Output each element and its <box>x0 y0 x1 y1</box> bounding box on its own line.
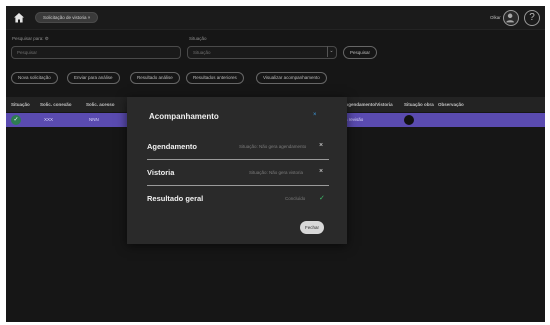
step-status-vistoria: Situação: Não gera vistoria <box>249 170 304 175</box>
step-title-resultado-geral: Resultado geral <box>147 194 204 203</box>
check-icon: ✓ <box>11 115 21 125</box>
table-cell: a revisão <box>345 117 364 122</box>
step-divider <box>147 185 329 186</box>
view-tracking-button[interactable]: Visualizar acompanhamento <box>256 72 327 84</box>
step-divider <box>147 159 329 160</box>
step-status-resultado-geral: Concluído <box>285 196 306 201</box>
user-icon <box>506 13 515 23</box>
close-icon: × <box>319 168 324 175</box>
tab-solicitacao-vistoria[interactable]: Solicitação de vistoria × <box>35 12 99 23</box>
column-header: Situação obra <box>404 102 434 107</box>
close-icon[interactable]: × <box>313 112 317 118</box>
status-label: Situação <box>189 36 207 41</box>
new-request-button[interactable]: Nova solicitação <box>11 72 58 84</box>
help-icon[interactable]: ? <box>524 10 540 26</box>
send-to-analysis-button[interactable]: Enviar para análise <box>67 72 120 84</box>
table-cell: XXX <box>44 117 54 122</box>
step-title-agendamento: Agendamento <box>147 142 198 151</box>
previous-results-button[interactable]: Resultados anteriores <box>186 72 244 84</box>
column-header: Solic. conexão <box>40 102 72 107</box>
search-input[interactable]: Pesquisar <box>11 46 181 59</box>
app-window: Solicitação de vistoria × Olkar ? Pesqui… <box>6 6 545 322</box>
avatar[interactable] <box>503 10 519 26</box>
tracking-modal: Acompanhamento × Agendamento Situação: N… <box>127 97 347 244</box>
step-title-vistoria: Vistoria <box>147 168 175 177</box>
modal-title: Acompanhamento <box>149 112 219 121</box>
status-select[interactable]: Situação <box>187 46 337 59</box>
table-cell: NNN <box>89 117 99 122</box>
search-label: Pesquisar para: ⚙ <box>12 36 49 41</box>
step-status-agendamento: Situação: Não gera agendamento <box>239 144 307 149</box>
column-header: Situação <box>11 102 30 107</box>
search-button[interactable]: Pesquisar <box>343 46 378 59</box>
column-header: Solic. acesso <box>86 102 115 107</box>
check-icon: ✓ <box>319 195 325 202</box>
analysis-result-button[interactable]: Resultado análise <box>130 72 180 84</box>
column-header: Agendamento/Vistoria <box>345 102 393 107</box>
home-icon[interactable] <box>13 12 25 24</box>
column-header: Observação <box>438 102 464 107</box>
top-bar: Solicitação de vistoria × Olkar ? <box>6 6 545 30</box>
status-dot-icon <box>404 115 414 125</box>
user-name: Olkar <box>490 15 501 20</box>
close-button[interactable]: Fechar <box>300 221 324 234</box>
chevron-down-icon[interactable]: ⌄ <box>327 46 335 57</box>
close-icon: × <box>319 142 324 149</box>
